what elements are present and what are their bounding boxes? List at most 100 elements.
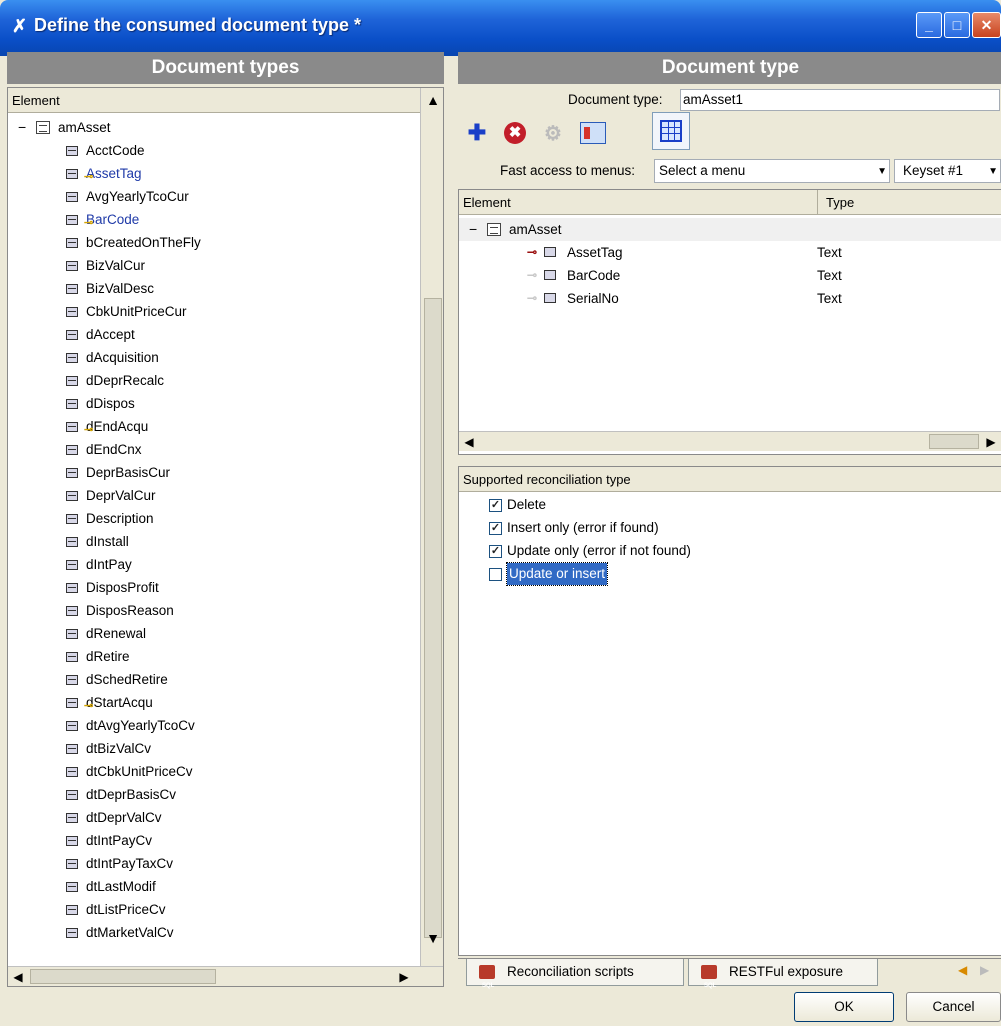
ok-button[interactable]: OK bbox=[794, 992, 894, 1022]
document-types-tree[interactable]: Element − amAsset AcctCode ⊸ AssetTag AvgYea… bbox=[7, 87, 444, 987]
minimize-button[interactable]: _ bbox=[916, 12, 942, 38]
tree-item[interactable]: dDeprRecalc bbox=[8, 369, 418, 392]
field-icon bbox=[66, 284, 78, 294]
tree-item[interactable]: dDispos bbox=[8, 392, 418, 415]
field-icon bbox=[66, 307, 78, 317]
field-icon bbox=[66, 537, 78, 547]
tree-item[interactable]: ⊸ dStartAcqu bbox=[8, 691, 418, 714]
tree-item[interactable]: BizValDesc bbox=[8, 277, 418, 300]
add-icon[interactable]: ✚ bbox=[462, 118, 492, 148]
tree-item-label: Description bbox=[86, 511, 154, 526]
left-horizontal-scrollbar[interactable]: ◀ ▶ bbox=[8, 966, 443, 986]
tree-item[interactable]: dSchedRetire bbox=[8, 668, 418, 691]
tree-item[interactable]: dtIntPayCv bbox=[8, 829, 418, 852]
tree-item[interactable]: AvgYearlyTcoCur bbox=[8, 185, 418, 208]
right-horizontal-scrollbar[interactable]: ◀ ▶ bbox=[459, 431, 1001, 451]
reconciliation-option[interactable]: ✓ Update only (error if not found) bbox=[489, 540, 691, 562]
field-icon bbox=[66, 629, 78, 639]
tree-item[interactable]: DeprBasisCur bbox=[8, 461, 418, 484]
tree-item[interactable]: dtDeprBasisCv bbox=[8, 783, 418, 806]
scroll-up-arrow[interactable]: ▲ bbox=[421, 88, 443, 112]
document-type-input[interactable]: amAsset1 bbox=[680, 89, 1000, 111]
tree-item[interactable]: dtIntPayTaxCv bbox=[8, 852, 418, 875]
tree-item-label: AssetTag bbox=[567, 245, 623, 260]
tab-next-icon[interactable]: ▶ bbox=[980, 963, 989, 977]
tree-item[interactable]: dtListPriceCv bbox=[8, 898, 418, 921]
tree-root-amasset[interactable]: − amAsset bbox=[459, 218, 1001, 241]
document-type-tree[interactable]: Element Type − amAsset ⊸ AssetTag Text ⊸ BarC… bbox=[458, 189, 1001, 455]
tree-item[interactable]: ⊸ AssetTag Text bbox=[459, 241, 1001, 264]
tree-item[interactable]: DisposProfit bbox=[8, 576, 418, 599]
scroll-left-arrow[interactable]: ◀ bbox=[459, 432, 479, 452]
tree-item[interactable]: dRetire bbox=[8, 645, 418, 668]
tree-item[interactable]: dAccept bbox=[8, 323, 418, 346]
reconciliation-option[interactable]: ✓ Insert only (error if found) bbox=[489, 517, 659, 539]
tree-root-amasset[interactable]: − amAsset bbox=[8, 116, 418, 139]
tree-item[interactable]: CbkUnitPriceCur bbox=[8, 300, 418, 323]
right-tree-list: − amAsset ⊸ AssetTag Text ⊸ BarCode Text ⊸ Seria… bbox=[459, 218, 1001, 310]
checkbox[interactable]: ✓ bbox=[489, 521, 502, 535]
reconciliation-panel: Supported reconciliation type ✓ Delete ✓ In… bbox=[458, 466, 1001, 956]
tree-item[interactable]: dAcquisition bbox=[8, 346, 418, 369]
hscroll-thumb[interactable] bbox=[30, 969, 216, 984]
tree-item[interactable]: BizValCur bbox=[8, 254, 418, 277]
scroll-down-arrow[interactable]: ▼ bbox=[421, 926, 443, 950]
tree-item[interactable]: dIntPay bbox=[8, 553, 418, 576]
menu-select[interactable]: Select a menu ▼ bbox=[654, 159, 890, 183]
cancel-button[interactable]: Cancel bbox=[906, 992, 1001, 1022]
scroll-right-arrow[interactable]: ▶ bbox=[394, 967, 414, 986]
properties-icon[interactable]: ⚙ bbox=[538, 118, 568, 148]
tree-item[interactable]: dtMarketValCv bbox=[8, 921, 418, 944]
tree-item[interactable]: dtDeprValCv bbox=[8, 806, 418, 829]
tree-item[interactable]: ⊸ dEndAcqu bbox=[8, 415, 418, 438]
tree-item[interactable]: bCreatedOnTheFly bbox=[8, 231, 418, 254]
tab-reconciliation-scripts[interactable]: Reconciliation scripts bbox=[466, 959, 684, 999]
checkbox[interactable]: ✓ bbox=[489, 498, 502, 512]
tree-item[interactable]: dEndCnx bbox=[8, 438, 418, 461]
collapse-icon[interactable]: − bbox=[469, 218, 481, 241]
left-vertical-scrollbar[interactable]: ▲ ▼ bbox=[420, 88, 443, 968]
field-icon bbox=[66, 767, 78, 777]
chevron-down-icon[interactable]: ▼ bbox=[877, 161, 887, 183]
maximize-button[interactable]: □ bbox=[944, 12, 970, 38]
tree-item-label: dtDeprValCv bbox=[86, 810, 162, 825]
tree-item-label: AvgYearlyTcoCur bbox=[86, 189, 189, 204]
tree-item[interactable]: ⊸ AssetTag bbox=[8, 162, 418, 185]
grid-view-button[interactable] bbox=[652, 112, 690, 150]
scroll-thumb[interactable] bbox=[424, 298, 442, 938]
tab-restful-exposure[interactable]: RESTFul exposure bbox=[688, 959, 878, 999]
tree-item[interactable]: AcctCode bbox=[8, 139, 418, 162]
scroll-left-arrow[interactable]: ◀ bbox=[8, 967, 28, 986]
delete-button[interactable]: ✖ bbox=[500, 118, 530, 148]
form-button[interactable] bbox=[578, 118, 608, 148]
reconciliation-option[interactable]: ✓ Delete bbox=[489, 494, 546, 516]
reconciliation-option[interactable]: Update or insert bbox=[489, 562, 609, 586]
checkbox[interactable]: ✓ bbox=[489, 544, 502, 558]
tree-item[interactable]: DisposReason bbox=[8, 599, 418, 622]
tree-item[interactable]: dtCbkUnitPriceCv bbox=[8, 760, 418, 783]
tree-item[interactable]: DeprValCur bbox=[8, 484, 418, 507]
close-button[interactable]: ✕ bbox=[972, 12, 1001, 38]
window-title: Define the consumed document type * bbox=[34, 15, 362, 35]
keyset-select[interactable]: Keyset #1 ▼ bbox=[894, 159, 1001, 183]
tree-item[interactable]: dtBizValCv bbox=[8, 737, 418, 760]
hscroll-thumb[interactable] bbox=[929, 434, 979, 449]
collapse-icon[interactable]: − bbox=[18, 116, 30, 139]
tree-item[interactable]: dInstall bbox=[8, 530, 418, 553]
tree-item[interactable]: ⊸ SerialNo Text bbox=[459, 287, 1001, 310]
tab-prev-icon[interactable]: ◀ bbox=[958, 963, 967, 977]
tree-item[interactable]: ⊸ BarCode Text bbox=[459, 264, 1001, 287]
tree-item[interactable]: dRenewal bbox=[8, 622, 418, 645]
tree-item-type: Text bbox=[817, 268, 842, 283]
tree-item[interactable]: dtLastModif bbox=[8, 875, 418, 898]
tree-item[interactable]: dtAvgYearlyTcoCv bbox=[8, 714, 418, 737]
element-column-header[interactable]: Element bbox=[463, 195, 511, 210]
chevron-down-icon[interactable]: ▼ bbox=[988, 161, 998, 183]
field-icon bbox=[66, 882, 78, 892]
tree-item[interactable]: ⊸ BarCode bbox=[8, 208, 418, 231]
type-column-header[interactable]: Type bbox=[817, 190, 854, 215]
tree-item[interactable]: Description bbox=[8, 507, 418, 530]
element-column-header[interactable]: Element bbox=[8, 88, 420, 113]
scroll-right-arrow[interactable]: ▶ bbox=[981, 432, 1001, 452]
checkbox[interactable] bbox=[489, 567, 502, 581]
